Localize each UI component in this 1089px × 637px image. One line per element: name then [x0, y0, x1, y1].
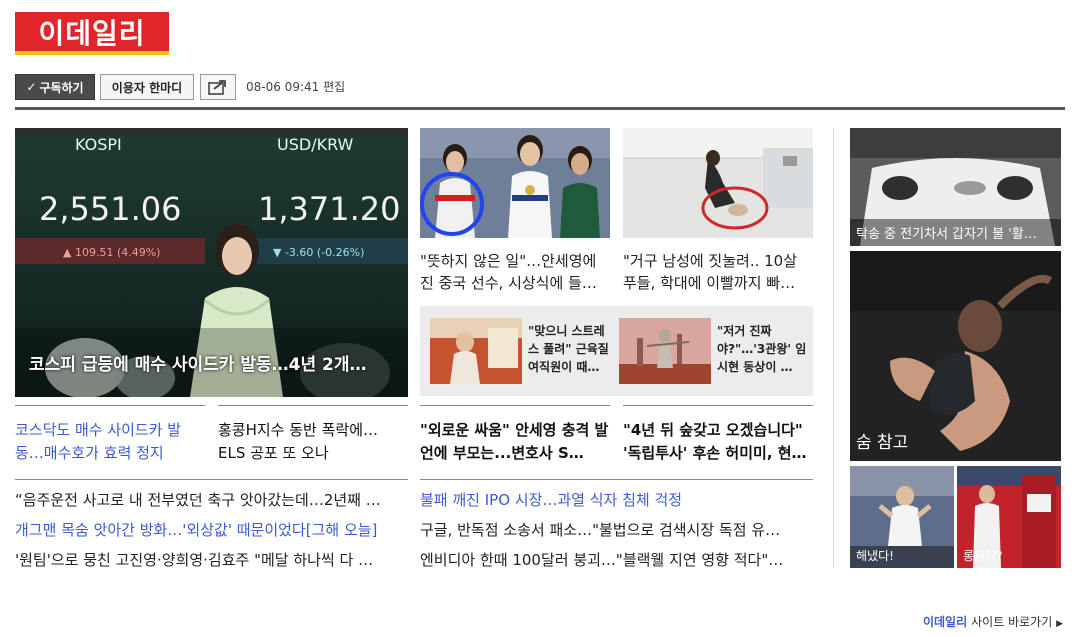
- sidebar-card-success[interactable]: 해냈다!: [850, 466, 954, 568]
- thumb-badminton-title[interactable]: "뜻하지 않은 일"…안세영에 진 중국 선수, 시상식에 들…: [420, 250, 610, 294]
- board-left-label: KOSPI: [75, 135, 122, 154]
- mini-card-muscle-image[interactable]: [430, 318, 522, 384]
- list-item[interactable]: '원팀'으로 뭉친 고진영·양희영·김효주 "메달 하나씩 다 …: [15, 547, 408, 573]
- headline-rule: [420, 405, 610, 406]
- sidebar-diver-caption: 숨 참고: [856, 433, 909, 453]
- list-item[interactable]: 개그맨 목숨 앗아간 방화…'외상값' 때문이었다[그해 오늘]: [15, 517, 408, 543]
- list-item[interactable]: 엔비디아 한때 100달러 붕괴…"블랙웰 지연 영향 적다"…: [420, 547, 813, 573]
- thumb-poodle-title[interactable]: "거구 남성에 짓눌려.. 10살 푸들, 학대에 이빨까지 빠…: [623, 250, 813, 294]
- list-item[interactable]: 불패 깨진 IPO 시장…과열 식자 침체 걱정: [420, 487, 813, 513]
- board-left-value: 2,551.06: [39, 190, 182, 228]
- list-rule: [420, 479, 813, 480]
- headline-anseyoung[interactable]: "외로운 싸움" 안세영 충격 발언에 부모는...변호사 S…: [420, 419, 610, 465]
- board-right-label: USD/KRW: [277, 135, 354, 154]
- column-divider: [833, 128, 834, 568]
- logo-text: 이데일리: [38, 16, 146, 50]
- edit-timestamp: 08-06 09:41 편집: [246, 80, 346, 94]
- footer-link-label: 사이트 바로가기: [971, 615, 1053, 629]
- mini-card-statue-title[interactable]: "저거 진짜야?"…'3관왕' 임시현 동상이 …: [717, 322, 807, 382]
- footer-brand: 이데일리: [922, 615, 968, 629]
- header-divider: [15, 107, 1065, 110]
- sidebar-card-ev-fire[interactable]: 탁송 중 전기차서 갑자기 불 '활…: [850, 128, 1061, 246]
- triangle-right-icon: ▶: [1056, 619, 1063, 629]
- badminton-ceremony-photo: [420, 128, 610, 238]
- subscribe-button[interactable]: ✓ 구독하기: [15, 74, 95, 100]
- list-item[interactable]: 구글, 반독점 소송서 패소…"불법으로 검색시장 독점 유…: [420, 517, 813, 543]
- headline-rule: [623, 405, 813, 406]
- poodle-cctv-photo: [623, 128, 813, 238]
- subscribe-label: 구독하기: [39, 80, 84, 95]
- sidebar-card-diver[interactable]: 숨 참고: [850, 251, 1061, 461]
- site-shortcut-link[interactable]: 이데일리 사이트 바로가기 ▶: [923, 613, 1063, 630]
- headline-heomimi[interactable]: "4년 뒤 숲갖고 오겠습니다" '독립투사' 후손 허미미, 현…: [623, 419, 813, 465]
- main-feature-caption: 코스피 급등에 매수 사이드카 발동…4년 2개…: [29, 355, 367, 375]
- list-rule: [15, 479, 408, 480]
- archery-statue-photo: [619, 318, 711, 384]
- muscle-employee-photo: [430, 318, 522, 384]
- board-right-value: 1,371.20: [258, 190, 401, 228]
- user-comment-button[interactable]: 이용자 한마디: [100, 74, 194, 100]
- sidebar-success-caption: 해냈다!: [856, 549, 894, 563]
- check-icon: ✓: [26, 80, 37, 94]
- headline-rule: [218, 405, 408, 406]
- sidebar-ev-caption: 탁송 중 전기차서 갑자기 불 '활…: [850, 219, 1061, 246]
- headline-rule: [15, 405, 205, 406]
- user-comment-label: 이용자 한마디: [111, 80, 183, 95]
- list-item[interactable]: “음주운전 사고로 내 전부였던 축구 앗아갔는데…2년째 …: [15, 487, 408, 513]
- headline-hongkong[interactable]: 홍콩H지수 동반 폭락에… ELS 공포 또 오나: [218, 419, 408, 465]
- sidebar-padding-caption: 롱패딩?: [963, 549, 1003, 563]
- share-icon: [208, 80, 226, 95]
- headline-kosdaq[interactable]: 코스닥도 매수 사이드카 발동…매수호가 효력 정지: [15, 419, 205, 465]
- site-logo[interactable]: 이데일리: [15, 12, 169, 55]
- share-button[interactable]: [200, 74, 236, 100]
- mini-card-muscle-title[interactable]: "맞으니 스트레스 풀려" 근육질 여직원이 때…: [528, 322, 610, 382]
- sidebar-card-padding[interactable]: 롱패딩?: [957, 466, 1061, 568]
- board-left-change: ▲ 109.51 (4.49%): [63, 246, 160, 259]
- thumb-poodle[interactable]: [623, 128, 813, 238]
- board-right-change: ▼ -3.60 (-0.26%): [273, 246, 364, 259]
- main-feature-card[interactable]: KOSPI USD/KRW 2,551.06 1,371.20 ▲ 109.51…: [15, 128, 408, 397]
- thumb-badminton[interactable]: [420, 128, 610, 238]
- mini-card-statue-image[interactable]: [619, 318, 711, 384]
